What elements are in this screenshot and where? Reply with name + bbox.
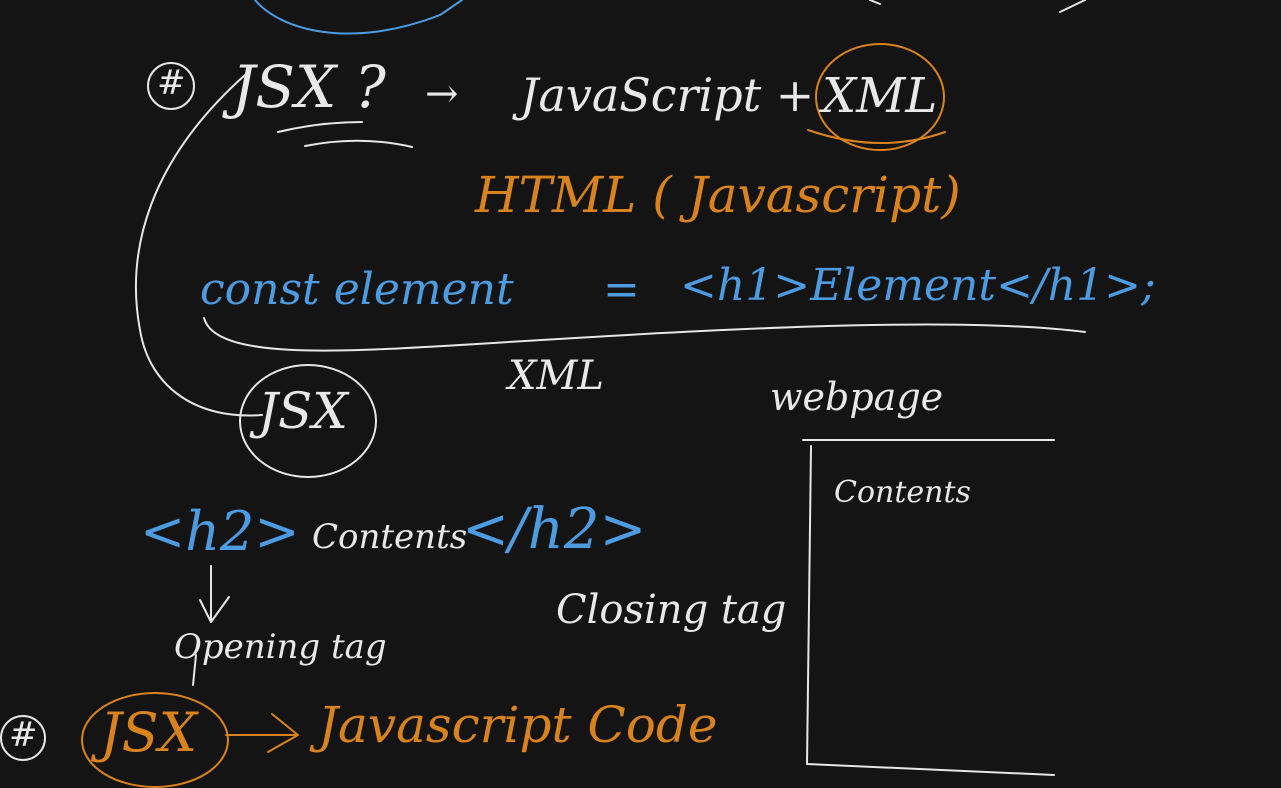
webpage-contents-text: Contents <box>834 475 971 510</box>
jsx-question: JSX ? <box>232 53 386 121</box>
javascript-code-text: Javascript Code <box>318 696 718 754</box>
code-underline <box>203 317 1086 352</box>
down-arrow <box>199 565 230 623</box>
right-arrow: → <box>425 71 459 117</box>
jsx-bottom-text: JSX <box>100 701 198 764</box>
equals-sign: = <box>603 264 640 315</box>
top-white-marks <box>869 0 1086 13</box>
jsx-to-code-arrow <box>225 713 299 753</box>
const-element: const element <box>200 264 514 315</box>
webpage-label: webpage <box>770 375 944 419</box>
html-javascript-note: HTML ( Javascript) <box>475 166 961 224</box>
closing-tag-label: Closing tag <box>556 587 787 633</box>
h2-close-tag: </h2> <box>462 497 647 562</box>
jsx-underline-2 <box>304 139 413 148</box>
jsx-underline-1 <box>277 121 363 133</box>
jsx-circled-text: JSX <box>258 382 348 440</box>
xml-circled-text: XML <box>822 68 938 124</box>
xml-label: XML <box>508 353 604 399</box>
h2-open-tag: <h2> <box>140 500 300 563</box>
connector-curve <box>134 74 263 417</box>
opening-tag-label: Opening tag <box>174 627 387 667</box>
h1-element-code: <h1>Element</h1>; <box>680 260 1156 311</box>
hash-mark-1: # <box>157 63 186 103</box>
top-blue-arc <box>254 0 463 35</box>
javascript-plus: JavaScript + <box>520 68 815 122</box>
xml-circle-tail <box>807 129 946 144</box>
hash-mark-2: # <box>9 715 38 755</box>
h2-content-text: Contents <box>312 517 468 557</box>
whiteboard-canvas: # JSX ? → JavaScript + XML HTML ( Javasc… <box>0 0 1281 788</box>
